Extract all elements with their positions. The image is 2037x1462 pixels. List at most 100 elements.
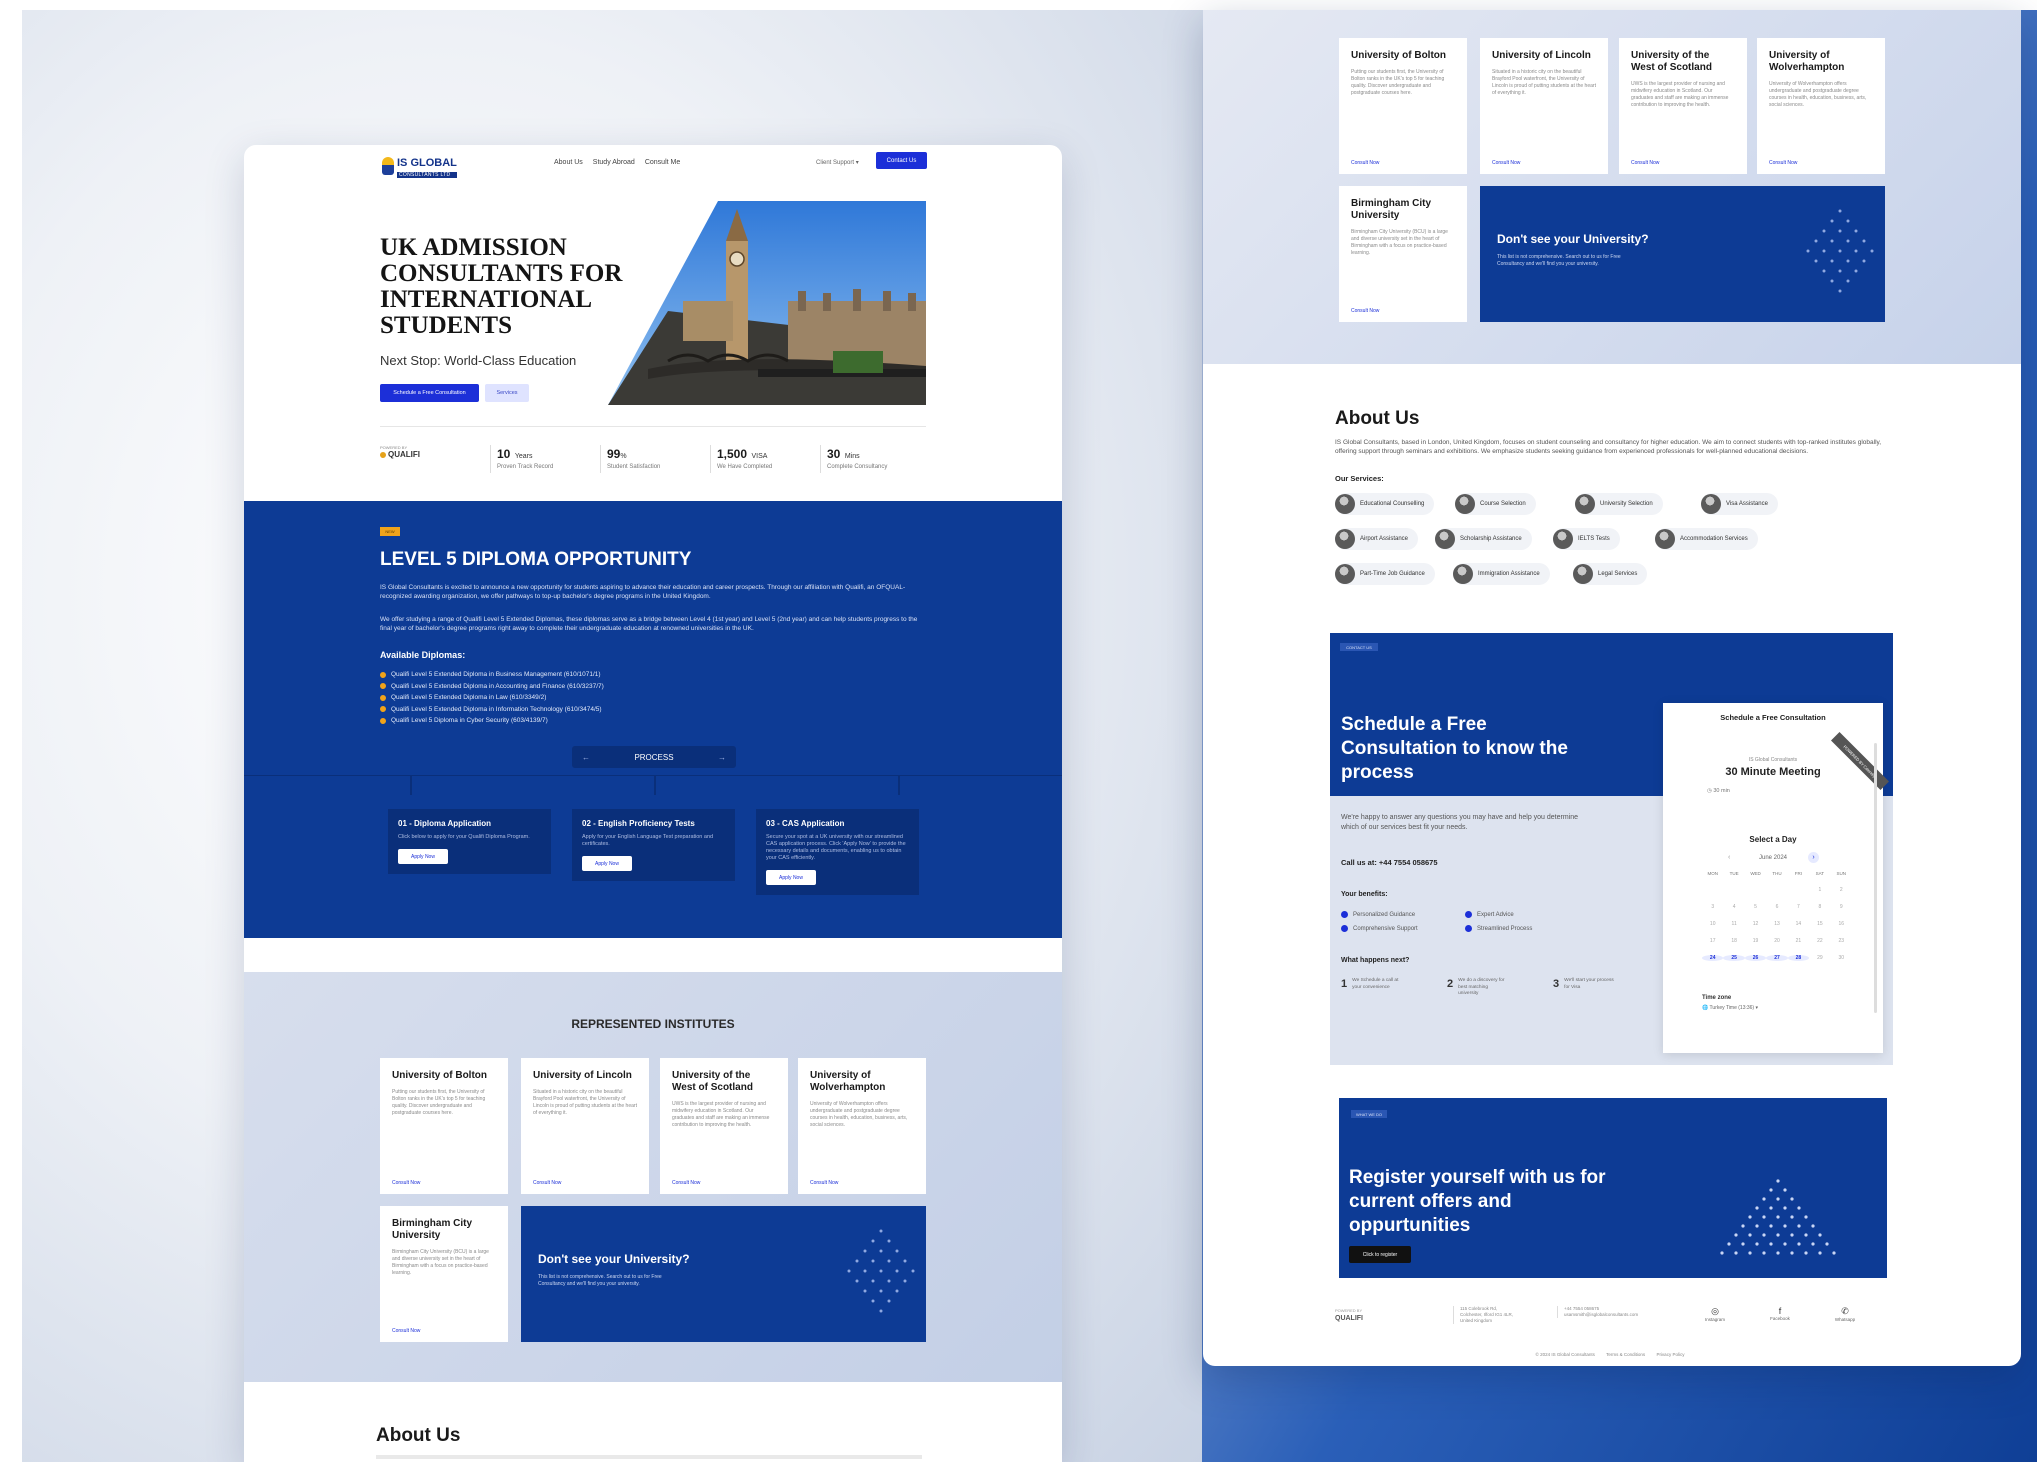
calendar-day-available[interactable]: 26	[1744, 955, 1767, 961]
calendar-day-available[interactable]: 28	[1787, 955, 1810, 961]
background-top-edge	[0, 0, 2037, 10]
stat-years: 10 Years Proven Track Record	[490, 445, 553, 473]
calendar-day-available[interactable]: 25	[1723, 955, 1745, 961]
institute-card-lincoln[interactable]: University of Lincoln Situated in a histo…	[521, 1058, 649, 1194]
diploma-list: Qualifi Level 5 Extended Diploma in Busi…	[380, 669, 604, 727]
consult-now-link[interactable]: Consult Now	[533, 1180, 561, 1186]
terms-link[interactable]: Terms & Conditions	[1606, 1352, 1645, 1357]
globe-icon: 🌐	[1702, 1005, 1709, 1011]
service-chip[interactable]: Accommodation Services	[1655, 528, 1758, 550]
service-chip[interactable]: University Selection	[1575, 493, 1663, 515]
footer-contact[interactable]: +44 7554 058675 usamsmith@isglobalconsul…	[1557, 1306, 1647, 1318]
next-step-1: 1 We Schedule a call at your convenience	[1341, 978, 1399, 990]
calendar-day-available[interactable]: 27	[1766, 955, 1788, 961]
service-chip[interactable]: Visa Assistance	[1701, 493, 1778, 515]
process-rail	[244, 775, 1062, 776]
nav-link-about[interactable]: About Us	[554, 159, 583, 166]
register-section: WHAT WE DO Register yourself with us for…	[1339, 1098, 1887, 1278]
new-badge: NEW	[380, 527, 400, 536]
apply-now-button[interactable]: Apply Now	[582, 856, 632, 871]
navbar: IS GLOBAL CONSULTANTS LTD About Us Study…	[244, 145, 1062, 181]
stat-satisfaction: 99% Student Satisfaction	[600, 445, 660, 473]
calendar-day: 5	[1754, 904, 1757, 910]
call-us-number[interactable]: Call us at: +44 7554 058675	[1341, 858, 1438, 867]
check-icon	[1341, 911, 1348, 918]
timezone-select[interactable]: 🌐 Turkey Time (13:36) ▾	[1702, 1005, 1758, 1011]
service-chip[interactable]: Airport Assistance	[1335, 528, 1419, 550]
diploma-intro: IS Global Consultants is excited to anno…	[380, 584, 906, 600]
list-item: Qualifi Level 5 Extended Diploma in Law …	[380, 692, 604, 704]
bullet-icon	[380, 717, 386, 724]
consult-now-link[interactable]: Consult Now	[672, 1180, 700, 1186]
stat-minutes: 30 Mins Complete Consultancy	[820, 445, 887, 473]
institute-card-lincoln[interactable]: University of Lincoln Situated in a histo…	[1480, 38, 1608, 174]
institute-card-west-scotland[interactable]: University of the West of Scotland UWS is…	[1619, 38, 1747, 174]
service-avatar-icon	[1335, 564, 1355, 584]
whatsapp-icon: ✆	[1841, 1306, 1849, 1316]
footer-bottom: © 2024 IS Global Consultants Terms & Con…	[1335, 1352, 1885, 1357]
dont-see-university-card[interactable]: Don't see your University? This list is …	[1480, 186, 1885, 322]
whatsapp-link[interactable]: ✆ Whatsapp	[1825, 1306, 1865, 1322]
institute-card-birmingham[interactable]: Birmingham City University Birmingham Cit…	[380, 1206, 508, 1342]
check-icon	[1465, 925, 1472, 932]
apply-now-button[interactable]: Apply Now	[398, 849, 448, 864]
calendar-day-available[interactable]: 24	[1702, 955, 1724, 961]
dont-see-university-card[interactable]: Don't see your University? This list is …	[521, 1206, 926, 1342]
what-happens-next-label: What happens next?	[1341, 957, 1410, 964]
institute-card-bolton[interactable]: University of Bolton Putting our students…	[380, 1058, 508, 1194]
calendar-day: 13	[1774, 921, 1780, 927]
logo[interactable]: IS GLOBAL CONSULTANTS LTD	[382, 153, 457, 178]
service-chip[interactable]: Course Selection	[1455, 493, 1536, 515]
contact-us-button[interactable]: Contact Us	[876, 152, 927, 169]
institute-card-wolverhampton[interactable]: University of Wolverhampton University of…	[798, 1058, 926, 1194]
calendar-scrollbar[interactable]	[1874, 743, 1877, 1013]
institute-card-west-scotland[interactable]: University of the West of Scotland UWS is…	[660, 1058, 788, 1194]
consult-now-link[interactable]: Consult Now	[810, 1180, 838, 1186]
consult-now-link[interactable]: Consult Now	[1631, 160, 1659, 166]
institute-card-birmingham[interactable]: Birmingham City University Birmingham Cit…	[1339, 186, 1467, 322]
footer-powered-by: POWERED BY	[1335, 1308, 1363, 1313]
institute-card-bolton[interactable]: University of Bolton Putting our students…	[1339, 38, 1467, 174]
service-chip[interactable]: IELTS Tests	[1553, 528, 1620, 550]
apply-now-button[interactable]: Apply Now	[766, 870, 816, 885]
arrow-right-icon[interactable]: →	[718, 753, 726, 762]
service-chip[interactable]: Immigration Assistance	[1453, 563, 1550, 585]
consult-now-link[interactable]: Consult Now	[1351, 160, 1379, 166]
nav-link-consult-me[interactable]: Consult Me	[645, 159, 680, 166]
institutes-title: REPRESENTED INSTITUTES	[571, 1017, 735, 1031]
service-chip[interactable]: Part-Time Job Guidance	[1335, 563, 1435, 585]
bullet-icon	[380, 694, 386, 701]
nav-link-study-abroad[interactable]: Study Abroad	[593, 159, 635, 166]
arrow-left-icon[interactable]: ←	[582, 753, 590, 762]
stats-bar: POWERED BY QUALIFI 10 Years Proven Track…	[380, 445, 926, 475]
consult-now-link[interactable]: Consult Now	[392, 1180, 420, 1186]
calendar-day: 2	[1839, 887, 1843, 893]
institute-card-wolverhampton[interactable]: University of Wolverhampton University of…	[1757, 38, 1885, 174]
service-chip[interactable]: Legal Services	[1573, 563, 1648, 585]
service-avatar-icon	[1435, 529, 1455, 549]
next-month-icon[interactable]: ›	[1808, 852, 1819, 863]
client-support-dropdown[interactable]: Client Support ▾	[816, 159, 859, 166]
consult-now-link[interactable]: Consult Now	[1351, 308, 1379, 314]
facebook-link[interactable]: f Facebook	[1760, 1306, 1800, 1321]
logo-text: IS GLOBAL	[397, 157, 457, 169]
available-diplomas-label: Available Diplomas:	[380, 650, 466, 660]
background-left-edge	[0, 0, 22, 1462]
consult-now-link[interactable]: Consult Now	[392, 1328, 420, 1334]
diploma-title: LEVEL 5 DIPLOMA OPPORTUNITY	[380, 549, 692, 570]
service-avatar-icon	[1335, 529, 1355, 549]
schedule-consultation-button[interactable]: Schedule a Free Consultation	[380, 384, 479, 402]
service-chip[interactable]: Educational Counselling	[1335, 493, 1435, 515]
list-item: Qualifi Level 5 Diploma in Cyber Securit…	[380, 715, 604, 727]
calendar-day: 23	[1838, 938, 1845, 944]
consult-now-link[interactable]: Consult Now	[1492, 160, 1520, 166]
logo-subtext: CONSULTANTS LTD	[397, 172, 457, 178]
calendar-day: 7	[1797, 904, 1800, 910]
calendar-day: 3	[1711, 904, 1715, 910]
click-to-register-button[interactable]: Click to register	[1349, 1246, 1411, 1263]
instagram-link[interactable]: ◎ Instagram	[1695, 1306, 1735, 1322]
services-button[interactable]: Services	[485, 384, 529, 402]
privacy-link[interactable]: Privacy Policy	[1656, 1352, 1684, 1357]
service-chip[interactable]: Scholarship Assistance	[1435, 528, 1532, 550]
consult-now-link[interactable]: Consult Now	[1769, 160, 1797, 166]
